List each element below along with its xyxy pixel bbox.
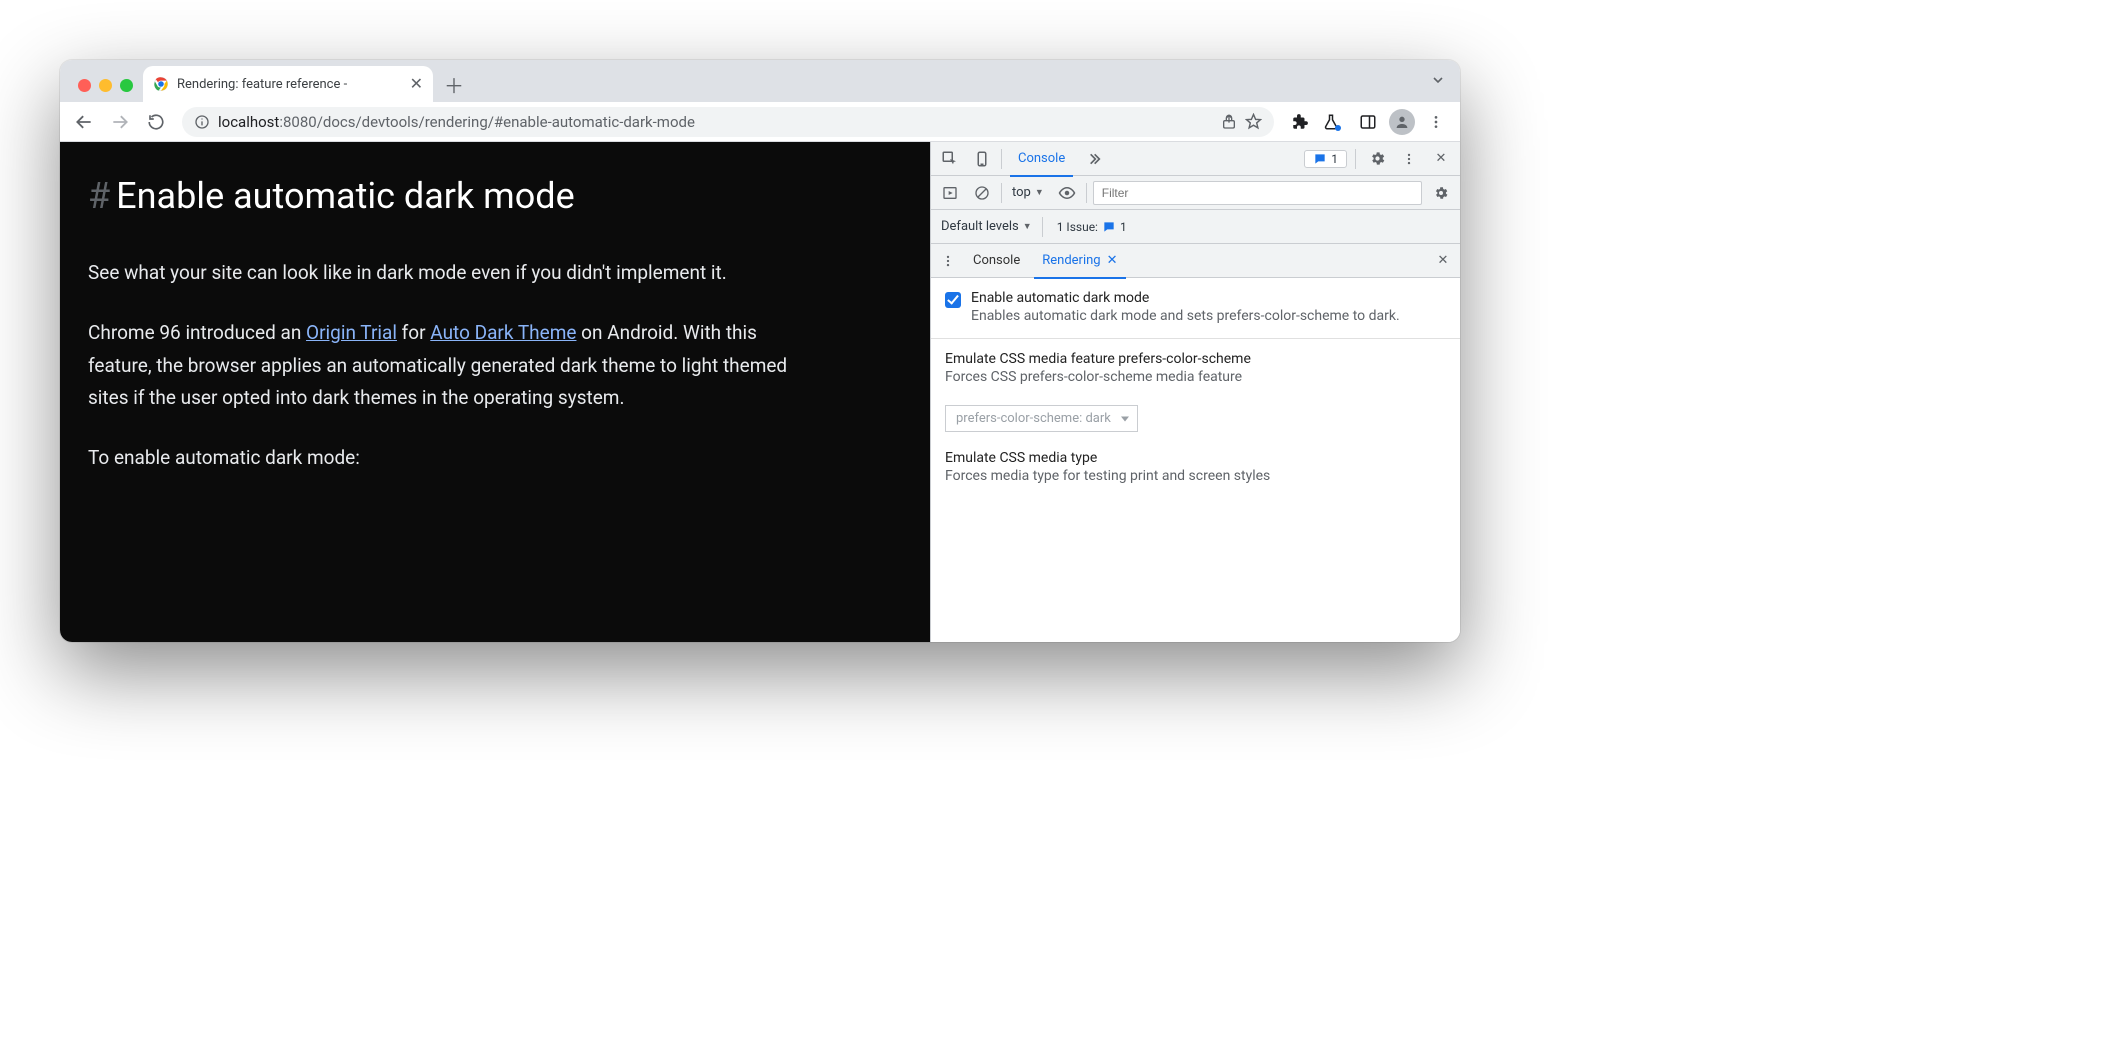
devtools-panel: Console 1 ✕ [930, 142, 1460, 642]
close-rendering-tab-icon[interactable]: ✕ [1107, 253, 1118, 268]
origin-trial-link[interactable]: Origin Trial [306, 321, 397, 344]
tab-label: Rendering [1042, 253, 1100, 268]
dark-mode-section: Enable automatic dark mode Enables autom… [931, 278, 1460, 339]
url-port: :8080 [279, 113, 316, 131]
drawer-close-icon[interactable]: ✕ [1430, 248, 1456, 274]
labs-icon[interactable] [1318, 106, 1350, 138]
section-desc: Forces CSS prefers-color-scheme media fe… [945, 369, 1251, 385]
select-value: prefers-color-scheme: dark [956, 411, 1111, 426]
side-panel-icon[interactable] [1352, 106, 1384, 138]
body-paragraph: Chrome 96 introduced an Origin Trial for… [88, 317, 808, 414]
issues-link[interactable]: 1 Issue: 1 [1049, 219, 1135, 235]
prefers-color-scheme-section: Emulate CSS media feature prefers-color-… [931, 339, 1460, 446]
section-title: Enable automatic dark mode [971, 290, 1400, 306]
text-run: Chrome 96 introduced an [88, 321, 306, 344]
toolbar: localhost:8080/docs/devtools/rendering/#… [60, 102, 1460, 142]
forward-button[interactable] [104, 106, 136, 138]
page-title: Enable automatic dark mode [116, 175, 575, 217]
devtools-close-icon[interactable]: ✕ [1428, 146, 1454, 172]
bookmark-icon[interactable] [1245, 113, 1262, 130]
tab-strip: Rendering: feature reference - ✕ ＋ [60, 60, 1460, 102]
message-icon [1102, 220, 1116, 234]
prefers-color-scheme-select[interactable]: prefers-color-scheme: dark [945, 405, 1138, 432]
log-levels-selector[interactable]: Default levels ▼ [937, 219, 1036, 234]
intro-paragraph: See what your site can look like in dark… [88, 257, 808, 289]
more-tabs-icon[interactable] [1081, 146, 1107, 172]
url-host: localhost [218, 113, 279, 131]
tabs-menu-icon[interactable] [1430, 72, 1446, 88]
page-viewport: #Enable automatic dark mode See what you… [60, 142, 930, 642]
text-run: for [397, 321, 430, 344]
content-area: #Enable automatic dark mode See what you… [60, 142, 1460, 642]
message-icon [1313, 152, 1327, 166]
filter-input[interactable] [1093, 181, 1422, 205]
badge-count: 1 [1331, 152, 1338, 166]
profile-avatar[interactable] [1386, 106, 1418, 138]
close-window-icon[interactable] [78, 79, 91, 92]
maximize-window-icon[interactable] [120, 79, 133, 92]
tab-label: Console [1018, 151, 1065, 166]
settings-icon[interactable] [1364, 146, 1390, 172]
page-heading: #Enable automatic dark mode [88, 166, 902, 227]
console-tab[interactable]: Console [1008, 142, 1075, 176]
url-path: /docs/devtools/rendering/#enable-automat… [317, 113, 695, 131]
steps-intro: To enable automatic dark mode: [88, 442, 808, 474]
console-toolbar: top ▼ [931, 176, 1460, 210]
url-text: localhost:8080/docs/devtools/rendering/#… [218, 113, 1213, 131]
drawer-tabstrip: Console Rendering ✕ ✕ [931, 244, 1460, 278]
devtools-menu-icon[interactable] [1396, 146, 1422, 172]
issue-count: 1 [1120, 220, 1127, 234]
inspect-element-icon[interactable] [937, 146, 963, 172]
drawer-rendering-tab[interactable]: Rendering ✕ [1032, 244, 1127, 278]
reload-button[interactable] [140, 106, 172, 138]
section-desc: Enables automatic dark mode and sets pre… [971, 308, 1400, 324]
toolbar-actions [1284, 106, 1452, 138]
new-tab-button[interactable]: ＋ [439, 69, 469, 99]
drawer-menu-icon[interactable] [935, 248, 961, 274]
execute-icon[interactable] [937, 180, 963, 206]
back-button[interactable] [68, 106, 100, 138]
section-title: Emulate CSS media feature prefers-color-… [945, 351, 1251, 367]
heading-anchor-icon[interactable]: # [88, 175, 110, 217]
device-toolbar-icon[interactable] [969, 146, 995, 172]
console-filters-row: Default levels ▼ 1 Issue: 1 [931, 210, 1460, 244]
issue-label: 1 Issue: [1057, 220, 1098, 234]
live-expression-icon[interactable] [1054, 180, 1080, 206]
minimize-window-icon[interactable] [99, 79, 112, 92]
context-selector[interactable]: top ▼ [1008, 185, 1048, 200]
section-title: Emulate CSS media type [945, 450, 1270, 466]
browser-window: Rendering: feature reference - ✕ ＋ local… [60, 60, 1460, 642]
tab-title: Rendering: feature reference - [177, 77, 402, 92]
drawer-console-tab[interactable]: Console [963, 244, 1030, 278]
issues-badge[interactable]: 1 [1304, 150, 1347, 168]
levels-label: Default levels [941, 219, 1019, 234]
share-icon[interactable] [1221, 114, 1237, 130]
extensions-icon[interactable] [1284, 106, 1316, 138]
tab-label: Console [973, 253, 1020, 268]
context-value: top [1012, 185, 1031, 200]
avatar-icon [1389, 109, 1415, 135]
devtools-top-tabs: Console 1 ✕ [931, 142, 1460, 176]
window-controls [68, 79, 143, 102]
section-desc: Forces media type for testing print and … [945, 468, 1270, 484]
enable-dark-mode-checkbox[interactable] [945, 292, 961, 308]
browser-tab[interactable]: Rendering: feature reference - ✕ [143, 66, 433, 102]
tab-close-icon[interactable]: ✕ [410, 76, 423, 92]
auto-dark-theme-link[interactable]: Auto Dark Theme [430, 321, 576, 344]
console-settings-icon[interactable] [1428, 180, 1454, 206]
rendering-panel: Enable automatic dark mode Enables autom… [931, 278, 1460, 642]
address-bar[interactable]: localhost:8080/docs/devtools/rendering/#… [182, 107, 1274, 137]
chrome-favicon-icon [153, 76, 169, 92]
media-type-section: Emulate CSS media type Forces media type… [931, 446, 1460, 498]
clear-console-icon[interactable] [969, 180, 995, 206]
site-info-icon[interactable] [194, 114, 210, 130]
chrome-menu-icon[interactable] [1420, 106, 1452, 138]
